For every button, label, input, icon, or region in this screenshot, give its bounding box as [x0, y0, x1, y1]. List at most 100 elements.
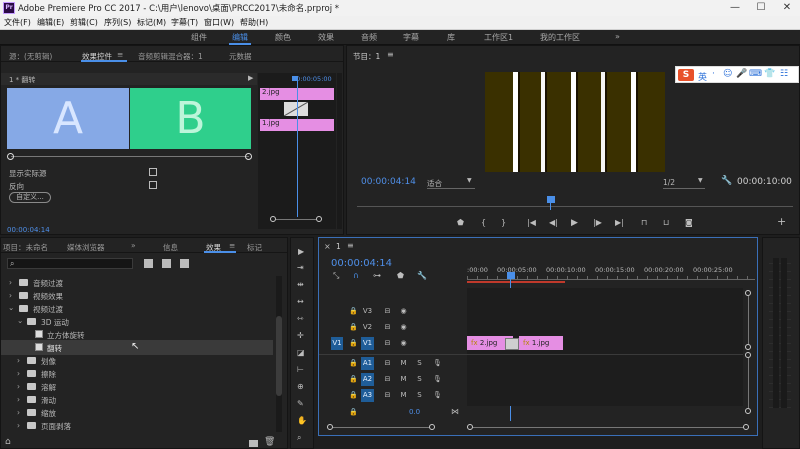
- ripple-edit-tool-icon[interactable]: ⇹: [297, 280, 304, 290]
- track-label[interactable]: V1: [361, 337, 374, 350]
- button-editor-plus-icon[interactable]: +: [777, 216, 786, 227]
- menu-title[interactable]: 字幕(T): [171, 17, 198, 28]
- go-to-end-icon[interactable]: ⋈: [451, 407, 459, 416]
- voiceover-mic-icon[interactable]: 🎙: [431, 373, 444, 386]
- workspace-more-button[interactable]: »: [615, 32, 620, 41]
- slide-tool-icon[interactable]: ⊕: [297, 382, 304, 392]
- panel-expand-icon[interactable]: »: [131, 241, 136, 250]
- rolling-edit-tool-icon[interactable]: ↔: [297, 297, 304, 307]
- mark-in-icon[interactable]: {: [481, 218, 486, 228]
- program-timecode[interactable]: 00:00:04:14: [361, 177, 416, 187]
- emoji-icon[interactable]: ☺: [723, 69, 732, 79]
- workspace-audio[interactable]: 音频: [361, 32, 377, 43]
- hscroll2-end-handle[interactable]: [743, 424, 749, 430]
- add-marker-icon[interactable]: ⬟: [457, 218, 464, 228]
- linked-selection-icon[interactable]: ⊶: [373, 271, 381, 281]
- punctuation-icon[interactable]: ·: [712, 69, 715, 79]
- tab-project[interactable]: 项目：未命名: [3, 242, 48, 253]
- step-forward-icon[interactable]: |▶: [593, 218, 602, 228]
- keyboard-icon[interactable]: ⌨: [749, 69, 762, 79]
- toggle-output-eye-icon[interactable]: ◉: [397, 321, 410, 334]
- mini-zoom-end-handle[interactable]: [316, 216, 322, 222]
- snap-magnet-icon[interactable]: ∩: [353, 271, 359, 281]
- yuv-effects-icon[interactable]: [180, 259, 189, 268]
- nest-toggle-icon[interactable]: ⤡: [333, 271, 339, 281]
- razor-tool-icon[interactable]: ◪: [297, 348, 305, 358]
- custom-button[interactable]: 自定义...: [9, 192, 51, 203]
- sequence-tab[interactable]: 1: [336, 242, 341, 251]
- mark-out-icon[interactable]: }: [501, 218, 506, 228]
- workspace-my[interactable]: 我的工作区: [540, 32, 580, 43]
- add-marker-timeline-icon[interactable]: ⬟: [397, 271, 404, 281]
- ime-mode-toggle[interactable]: 英: [698, 70, 707, 83]
- track-label[interactable]: V2: [361, 321, 374, 334]
- workspace-libraries[interactable]: 库: [447, 32, 455, 43]
- rate-stretch-tool-icon[interactable]: ⇿: [297, 314, 304, 324]
- track-select-tool-icon[interactable]: ⇥: [297, 263, 304, 273]
- solo-button[interactable]: S: [413, 373, 426, 386]
- effects-search-input[interactable]: ⌕: [7, 258, 133, 269]
- lock-track-icon[interactable]: 🔒: [347, 373, 360, 386]
- lock-track-icon[interactable]: 🔒: [347, 406, 360, 419]
- tab-media-browser[interactable]: 媒体浏览器: [67, 242, 105, 253]
- accelerated-effects-icon[interactable]: [144, 259, 153, 268]
- lock-track-icon[interactable]: 🔒: [347, 337, 360, 350]
- effect-controls-scrollbar[interactable]: [337, 73, 342, 229]
- workspace-custom-1[interactable]: 工作区1: [484, 32, 513, 43]
- tab-source[interactable]: 源：(无剪辑): [9, 51, 52, 62]
- add-edit-tool-icon[interactable]: ✛: [297, 331, 304, 341]
- menu-marker[interactable]: 标记(M): [137, 17, 166, 28]
- lock-track-icon[interactable]: 🔒: [347, 305, 360, 318]
- voiceover-mic-icon[interactable]: 🎙: [431, 389, 444, 402]
- program-panel-menu-icon[interactable]: ≡: [387, 50, 394, 59]
- source-patch-v1[interactable]: V1: [331, 337, 343, 350]
- timeline-menu-icon[interactable]: ≡: [347, 241, 354, 250]
- menu-help[interactable]: 帮助(H): [240, 17, 268, 28]
- effect-controls-timecode[interactable]: 00:00:04:14: [7, 226, 50, 234]
- menu-window[interactable]: 窗口(W): [204, 17, 234, 28]
- timeline-settings-wrench-icon[interactable]: 🔧: [417, 271, 427, 281]
- close-sequence-icon[interactable]: ×: [324, 242, 331, 251]
- effects-tree-scroll-thumb[interactable]: [276, 316, 282, 396]
- go-to-out-icon[interactable]: ▶|: [615, 218, 624, 228]
- timeline-timecode[interactable]: 00:00:04:14: [331, 258, 392, 269]
- voiceover-mic-icon[interactable]: 🎙: [431, 357, 444, 370]
- lock-track-icon[interactable]: 🔒: [347, 389, 360, 402]
- hscroll-track[interactable]: [333, 427, 429, 428]
- track-label[interactable]: V3: [361, 305, 374, 318]
- mute-button[interactable]: M: [397, 357, 410, 370]
- timeline-playhead-handle[interactable]: [507, 272, 515, 279]
- tab-info[interactable]: 信息: [163, 242, 178, 253]
- lift-icon[interactable]: ⊓: [641, 218, 647, 228]
- vscroll-mid-handle-1[interactable]: [745, 344, 751, 350]
- sogou-logo-icon[interactable]: S: [678, 69, 694, 81]
- resolution-dropdown-arrow-icon[interactable]: ▼: [698, 177, 703, 184]
- workspace-editing[interactable]: 编辑: [232, 32, 248, 43]
- sync-lock-icon[interactable]: ⊟: [381, 357, 394, 370]
- master-volume-value[interactable]: 0.0: [409, 408, 420, 416]
- play-icon[interactable]: ▶: [571, 218, 578, 228]
- hscroll2-track[interactable]: [473, 427, 743, 428]
- timeline-vertical-scroll[interactable]: [743, 288, 755, 418]
- fit-dropdown-arrow-icon[interactable]: ▼: [467, 177, 472, 184]
- effects-panel-menu-icon[interactable]: ≡: [229, 241, 235, 250]
- mute-button[interactable]: M: [397, 373, 410, 386]
- effects-tree-scrollbar[interactable]: [276, 276, 282, 432]
- 32bit-effects-icon[interactable]: [162, 259, 171, 268]
- timeline-clip-1jpg[interactable]: fx 1.jpg: [519, 336, 563, 350]
- pen-tool-icon[interactable]: ✎: [297, 399, 304, 409]
- transition-block[interactable]: [283, 101, 309, 117]
- lock-track-icon[interactable]: 🔒: [347, 357, 360, 370]
- toggle-output-eye-icon[interactable]: ◉: [397, 305, 410, 318]
- sync-lock-icon[interactable]: ⊟: [381, 321, 394, 334]
- tab-metadata[interactable]: 元数据: [229, 51, 252, 62]
- maximize-icon[interactable]: ☐: [752, 1, 770, 15]
- tab-markers[interactable]: 标记: [247, 242, 262, 253]
- reverse-checkbox[interactable]: [149, 181, 157, 189]
- sync-lock-icon[interactable]: ⊟: [381, 389, 394, 402]
- workspace-color[interactable]: 颜色: [275, 32, 291, 43]
- solo-button[interactable]: S: [413, 389, 426, 402]
- export-frame-camera-icon[interactable]: ◙: [685, 218, 693, 228]
- slip-tool-icon[interactable]: ⊢: [297, 365, 304, 375]
- vscroll-bottom-handle[interactable]: [745, 408, 751, 414]
